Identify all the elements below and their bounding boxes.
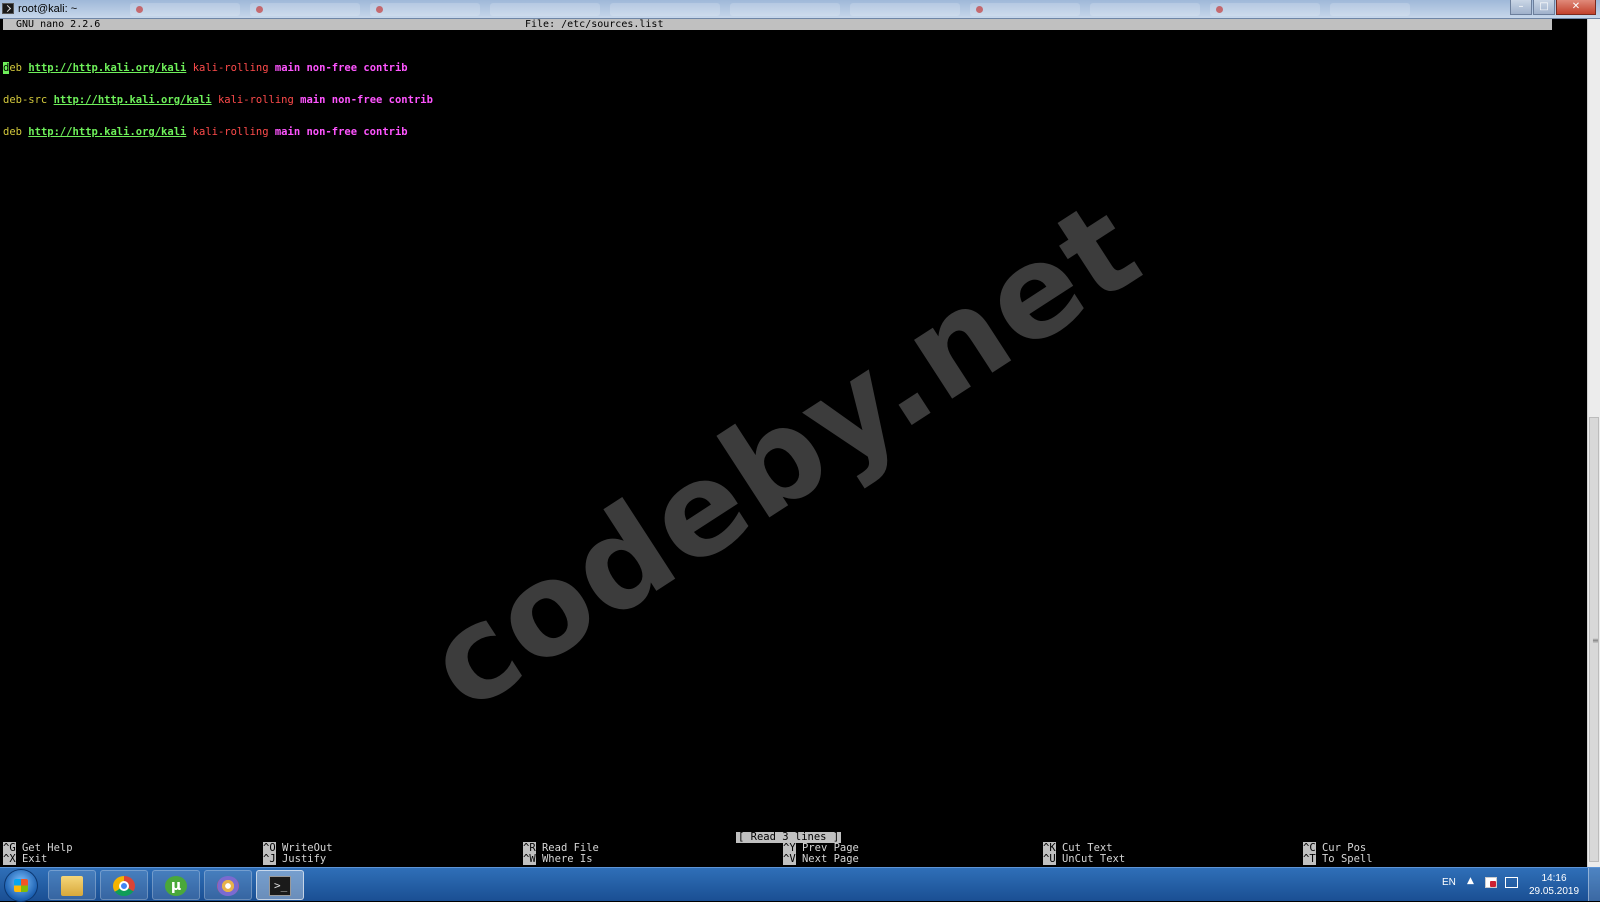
minimize-button[interactable]: –: [1510, 0, 1532, 15]
action-center-flag-icon[interactable]: [1485, 877, 1497, 888]
shortcut-uncut-text: ^U UnCut Text: [1043, 853, 1126, 865]
editor-buffer[interactable]: deb http://http.kali.org/kali kali-rolli…: [3, 41, 433, 149]
shortcut-label: To Spell: [1321, 853, 1373, 865]
background-tab: [250, 3, 360, 16]
media-player-icon: [217, 876, 239, 896]
shortcut-key: ^U: [1043, 853, 1056, 865]
background-tab: [370, 3, 480, 16]
buffer-line[interactable]: deb http://http.kali.org/kali kali-rolli…: [3, 61, 433, 74]
line-keyword: eb: [9, 61, 22, 74]
shortcut-justify: ^J Justify: [263, 853, 327, 865]
line-suite: kali-rolling: [192, 61, 269, 74]
grip-icon: ≡: [1592, 636, 1599, 645]
taskbar-item-terminal[interactable]: >_: [256, 870, 304, 900]
nano-file-name: File: /etc/sources.list: [525, 19, 664, 30]
close-button[interactable]: ✕: [1556, 0, 1596, 15]
background-tab: [1330, 3, 1410, 16]
shortcut-key: ^X: [3, 853, 16, 865]
shortcut-key: ^T: [1303, 853, 1316, 865]
taskbar-item-media-player[interactable]: [204, 870, 252, 900]
taskbar-item-utorrent[interactable]: µ: [152, 870, 200, 900]
shortcut-label: Where Is: [541, 853, 593, 865]
taskbar-item-explorer[interactable]: [48, 870, 96, 900]
terminal-icon: >_: [269, 876, 291, 896]
background-tab: [730, 3, 840, 16]
clock-time: 14:16: [1541, 873, 1567, 884]
vertical-scrollbar[interactable]: ≡: [1587, 19, 1600, 867]
shortcut-key: ^J: [263, 853, 276, 865]
show-hidden-icons-icon[interactable]: ▲: [1467, 876, 1474, 886]
line-url: http://http.kali.org/kali: [53, 93, 212, 106]
background-tab: [850, 3, 960, 16]
shortcut-label: Next Page: [801, 853, 859, 865]
utorrent-icon: µ: [165, 876, 187, 896]
taskbar: µ >_ EN ▲ 14:16 29.05.2019: [0, 867, 1600, 902]
file-explorer-icon: [61, 876, 83, 896]
shortcut-next-page: ^V Next Page: [783, 853, 859, 865]
shortcut-key: ^W: [523, 853, 536, 865]
show-desktop-button[interactable]: [1588, 868, 1600, 901]
terminal-window-icon: [2, 3, 14, 14]
shortcut-where-is: ^W Where Is: [523, 853, 593, 865]
tray-clock[interactable]: 14:16 29.05.2019: [1528, 872, 1580, 898]
chrome-icon: [113, 876, 135, 896]
buffer-line[interactable]: deb-src http://http.kali.org/kali kali-r…: [3, 95, 433, 106]
line-components: main non-free contrib: [274, 126, 408, 139]
background-tab: [130, 3, 240, 16]
nano-header-bar: GNU nano 2.2.6 File: /etc/sources.list: [3, 19, 1552, 30]
network-icon[interactable]: [1505, 877, 1518, 888]
maximize-button[interactable]: □: [1533, 0, 1555, 15]
language-indicator[interactable]: EN: [1442, 877, 1456, 888]
line-suite: kali-rolling: [192, 126, 269, 139]
watermark: codeby.net: [402, 172, 1166, 740]
line-components: main non-free contrib: [274, 61, 408, 74]
line-keyword: deb-src: [3, 93, 48, 106]
nano-version: GNU nano 2.2.6: [16, 19, 101, 30]
line-components: main non-free contrib: [300, 93, 433, 106]
shortcut-exit: ^X Exit: [3, 853, 48, 865]
taskbar-item-chrome[interactable]: [100, 870, 148, 900]
clock-date: 29.05.2019: [1528, 886, 1580, 897]
background-tab: [610, 3, 720, 16]
line-suite: kali-rolling: [217, 93, 294, 106]
line-keyword: deb: [3, 126, 22, 139]
start-button[interactable]: [4, 869, 38, 902]
shortcut-label: Justify: [281, 853, 327, 865]
window-title: root@kali: ~: [18, 3, 78, 15]
line-url: http://http.kali.org/kali: [28, 126, 187, 139]
window-title-bar[interactable]: root@kali: ~ – □ ✕: [0, 0, 1600, 19]
shortcut-label: Exit: [21, 853, 48, 865]
shortcut-key: ^V: [783, 853, 796, 865]
background-tab: [490, 3, 600, 16]
background-tab: [1210, 3, 1320, 16]
background-tab: [970, 3, 1080, 16]
line-url: http://http.kali.org/kali: [28, 61, 187, 74]
shortcut-label: UnCut Text: [1061, 853, 1126, 865]
scrollbar-thumb[interactable]: ≡: [1589, 417, 1599, 862]
background-tab: [1090, 3, 1200, 16]
shortcut-to-spell: ^T To Spell: [1303, 853, 1373, 865]
buffer-line[interactable]: deb http://http.kali.org/kali kali-rolli…: [3, 127, 433, 138]
